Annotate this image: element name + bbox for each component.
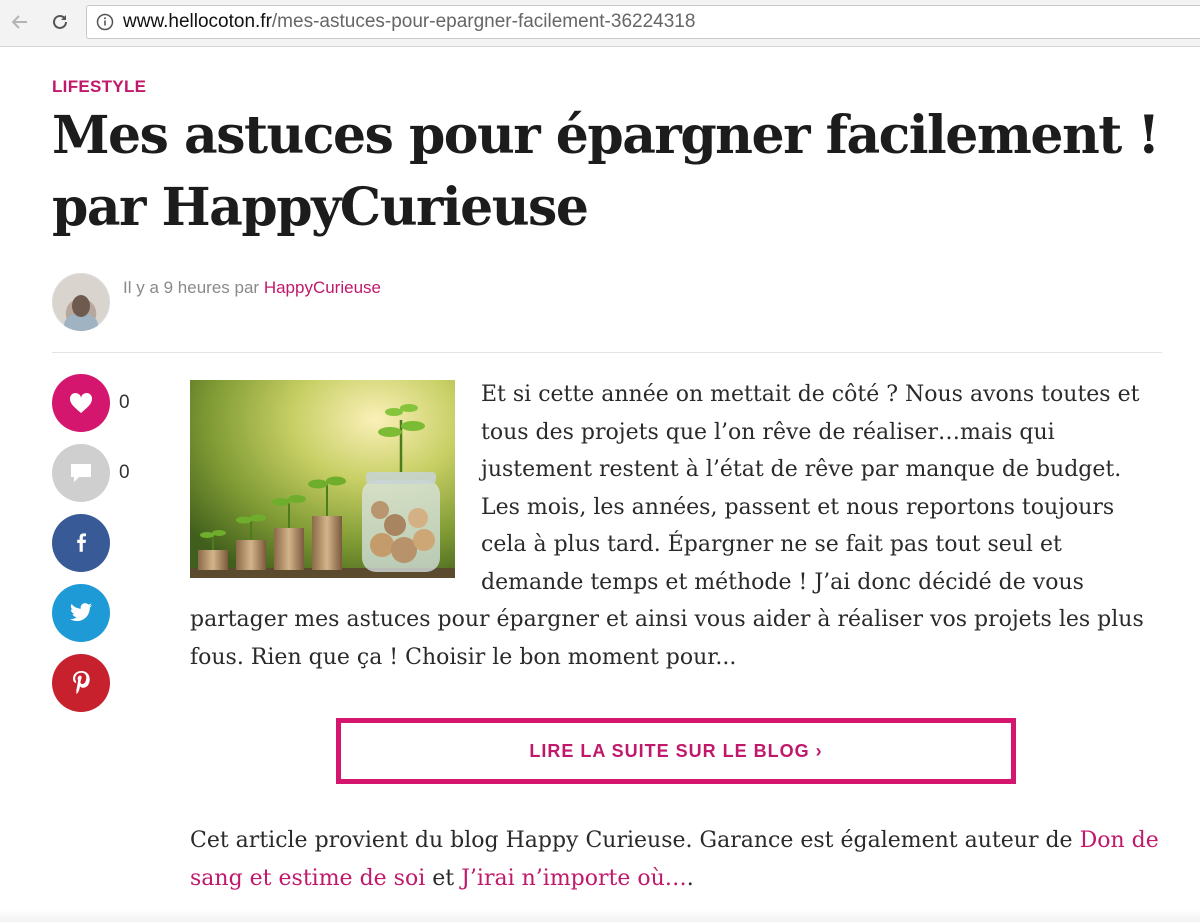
twitter-icon xyxy=(70,603,92,622)
pinterest-share-button[interactable] xyxy=(52,654,110,712)
source-prefix: Cet article provient du blog Happy Curie… xyxy=(190,828,1073,853)
reload-icon[interactable] xyxy=(46,8,74,36)
read-more-button[interactable]: LIRE LA SUITE SUR LE BLOG › xyxy=(336,718,1016,784)
related-link-jirai[interactable]: J’irai n’importe où… xyxy=(461,866,687,891)
divider xyxy=(52,352,1162,353)
comment-count: 0 xyxy=(119,462,130,483)
url-text[interactable]: www.hellocoton.fr/mes-astuces-pour-eparg… xyxy=(123,11,695,33)
pinterest-icon xyxy=(73,671,90,694)
meta-time: Il y a 9 heures par xyxy=(123,278,260,297)
article-title: Mes astuces pour épargner facilement ! p… xyxy=(52,105,1160,238)
category-label[interactable]: LIFESTYLE xyxy=(52,77,146,97)
heart-icon xyxy=(69,392,93,413)
url-host: www.hellocoton.fr xyxy=(123,11,272,32)
author-link[interactable]: HappyCurieuse xyxy=(264,278,381,297)
address-bar[interactable]: www.hellocoton.fr/mes-astuces-pour-eparg… xyxy=(86,5,1200,39)
bottom-edge xyxy=(0,910,1200,922)
article-excerpt: Et si cette année on mettait de côté ? N… xyxy=(190,376,1162,676)
avatar-face xyxy=(72,295,90,317)
like-count: 0 xyxy=(119,392,130,413)
source-suffix: . xyxy=(686,865,694,891)
author-avatar[interactable] xyxy=(52,273,110,331)
article-meta: Il y a 9 heures par HappyCurieuse xyxy=(123,278,381,298)
back-arrow-icon[interactable] xyxy=(6,8,34,36)
source-middle: et xyxy=(432,865,455,891)
facebook-icon xyxy=(77,533,86,552)
image-spacer xyxy=(190,376,481,586)
url-path: /mes-astuces-pour-epargner-facilement-36… xyxy=(271,11,696,32)
twitter-share-button[interactable] xyxy=(52,584,110,642)
facebook-share-button[interactable] xyxy=(52,514,110,572)
browser-toolbar: www.hellocoton.fr/mes-astuces-pour-eparg… xyxy=(0,0,1200,47)
like-button[interactable] xyxy=(52,374,110,432)
comment-button[interactable] xyxy=(52,444,110,502)
info-icon[interactable] xyxy=(95,12,115,32)
source-note: Cet article provient du blog Happy Curie… xyxy=(190,822,1162,897)
comment-icon xyxy=(71,464,91,482)
